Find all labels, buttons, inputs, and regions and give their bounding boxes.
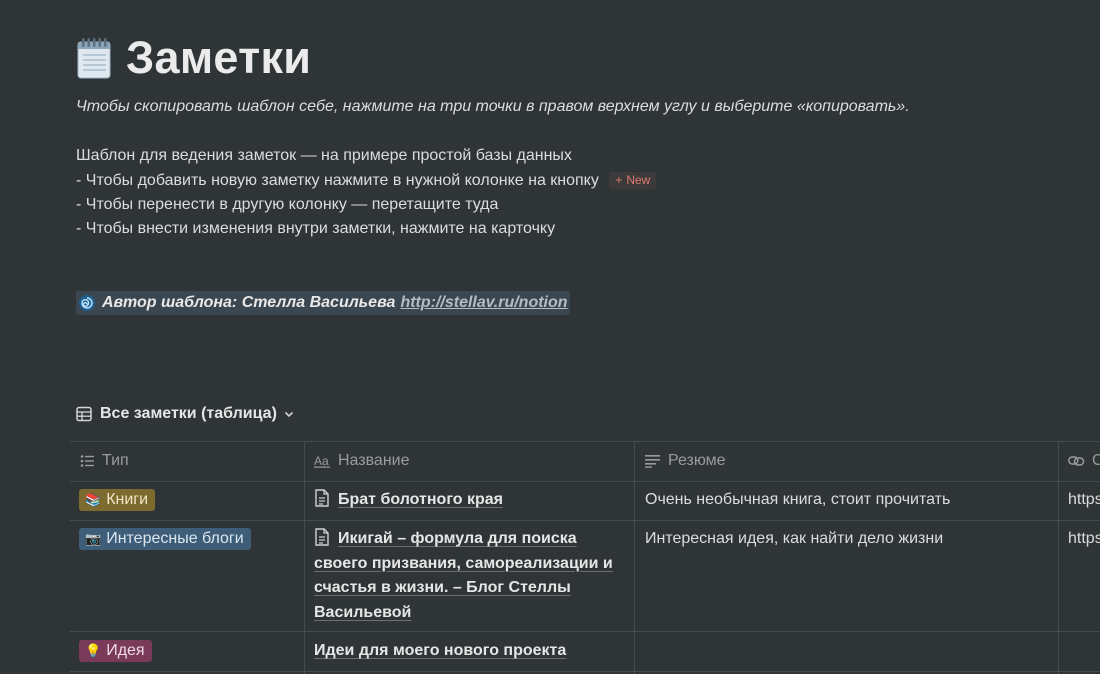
swirl-icon [79,295,95,311]
bullet-add-text: - Чтобы добавить новую заметку нажмите в… [76,172,599,189]
column-header-link[interactable]: С [1068,441,1100,481]
document-icon [315,528,329,546]
tag-books: 📚 Книги [79,489,156,511]
row-1-title: Брат болотного края [338,491,503,508]
table-row-3-name[interactable]: Идеи для моего нового проекта [314,639,624,664]
row-3-title: Идеи для моего нового проекта [314,642,567,659]
view-label: Все заметки (таблица) [100,405,277,422]
intro-text: Шаблон для ведения заметок — на примере … [76,147,572,164]
tag-label: Идея [106,642,145,659]
column-header-name[interactable]: Aa Название [314,441,410,481]
plus-icon: + [615,173,623,187]
svg-text:Aa: Aa [314,454,329,468]
document-icon [315,489,329,507]
view-selector[interactable]: Все заметки (таблица) [76,405,303,423]
bulb-emoji-icon: 💡 [85,643,102,658]
tag-idea: 💡 Идея [79,640,152,662]
table-row-1-url[interactable]: https: [1068,491,1100,509]
column-header-type[interactable]: Тип [80,441,129,481]
bullet-edit: - Чтобы внести изменения внутри заметки,… [76,220,556,237]
row-2-title-line-2: своего призвания, самореализации и [314,554,613,572]
row-2-title-line-1: Икигай – формула для поиска [338,530,577,547]
camera-emoji-icon: 📷 [85,531,102,546]
table-row-2-summary[interactable]: Интересная идея, как найти дело жизни [645,530,943,548]
author-line: Автор шаблона: Стелла Васильева http://s… [76,291,570,315]
new-chip: + New [609,172,657,189]
list-icon [80,455,94,467]
bullet-move: - Чтобы перенести в другую колонку — пер… [76,196,499,213]
table-row-1-type[interactable]: 📚 Книги [79,489,156,511]
column-header-type-label: Тип [102,452,129,469]
author-link[interactable]: http://stellav.ru/notion [400,294,567,312]
table-row-2-type[interactable]: 📷 Интересные блоги [79,528,251,550]
author-text: Автор шаблона: Стелла Васильева [102,294,396,311]
page-title: Заметки [126,32,312,83]
row-2-title-line-3: счастья в жизни. – Блог Стеллы [314,579,571,596]
column-header-name-label: Название [338,452,410,469]
tag-label: Интересные блоги [106,530,244,547]
chevron-down-icon [284,411,293,418]
lines-icon [645,455,660,468]
tag-blogs: 📷 Интересные блоги [79,528,251,550]
table-row-1-name[interactable]: Брат болотного края [314,488,624,513]
row-2-title-line-4: Васильевой [314,603,412,621]
column-header-summary[interactable]: Резюме [645,441,726,481]
page-subtitle: Чтобы скопировать шаблон себе, нажмите н… [76,98,910,115]
new-chip-label: New [626,173,651,187]
table-row-3-type[interactable]: 💡 Идея [79,640,152,662]
text-icon: Aa [314,454,330,468]
books-emoji-icon: 📚 [85,492,102,507]
column-header-link-label: С [1092,452,1100,469]
bullet-add: - Чтобы добавить новую заметку нажмите в… [76,172,657,190]
table-icon [76,406,92,422]
column-header-summary-label: Резюме [668,452,726,469]
tag-label: Книги [106,491,149,508]
link-icon [1068,456,1085,466]
table-row-1-summary[interactable]: Очень необычная книга, стоит прочитать [645,491,950,509]
table-row-2-name[interactable]: Икигай – формула для поиска своего призв… [314,527,624,625]
table-row-2-url[interactable]: https: [1068,530,1100,548]
notepad-icon [77,38,111,79]
